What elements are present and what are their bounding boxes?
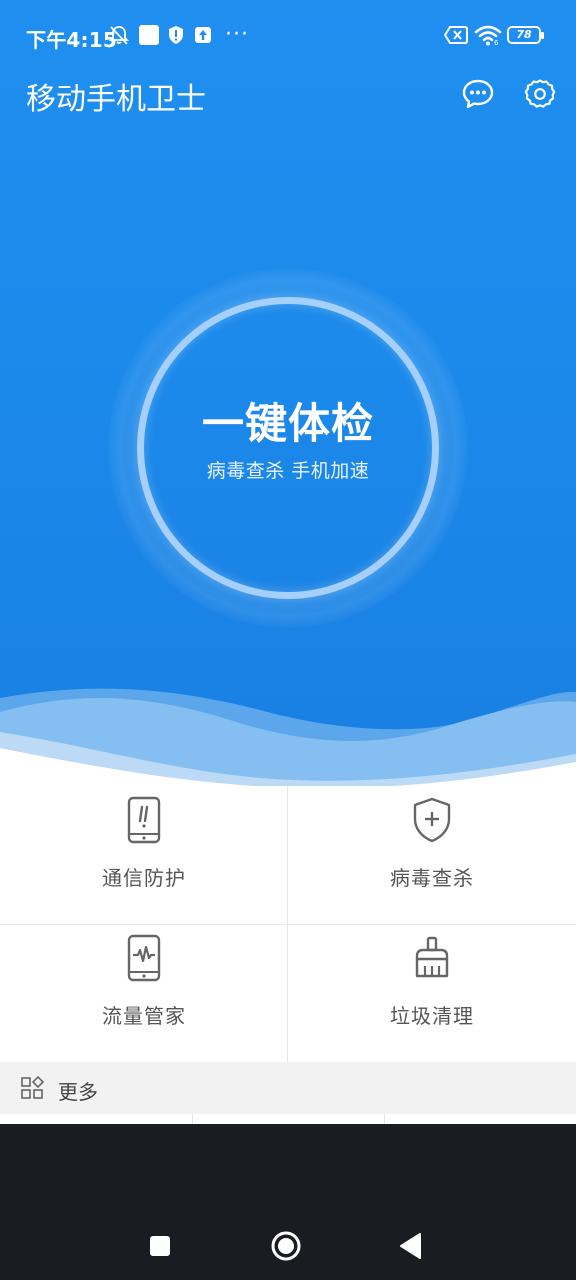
feature-data-manager[interactable]: 流量管家	[0, 924, 288, 1062]
upload-icon	[193, 24, 213, 46]
message-bubble-icon	[462, 79, 494, 109]
feature-grid: 通信防护 病毒查杀 流量管家 垃圾清理	[0, 786, 576, 1062]
more-items-row	[0, 1114, 576, 1124]
home-circle-icon	[271, 1231, 301, 1261]
more-section[interactable]: 更多	[0, 1062, 576, 1114]
back-triangle-icon	[400, 1233, 421, 1259]
more-notifications-icon: ···	[225, 22, 249, 47]
broom-icon	[408, 934, 456, 982]
gear-icon	[524, 79, 556, 108]
notification-square-icon	[139, 24, 159, 46]
back-button[interactable]	[389, 1224, 433, 1268]
feature-comm-protection[interactable]: 通信防护	[0, 786, 288, 924]
status-bar: 下午4:15 ··· 6 78	[0, 0, 576, 72]
bell-off-icon	[106, 24, 132, 46]
message-button[interactable]	[460, 76, 496, 112]
wifi-icon: 6	[474, 24, 502, 46]
feature-label: 通信防护	[102, 866, 186, 890]
app-title: 移动手机卫士	[26, 82, 206, 117]
feature-label: 流量管家	[102, 1004, 186, 1028]
more-label: 更多	[58, 1080, 98, 1104]
strip-divider	[192, 1114, 193, 1124]
hero-panel: 下午4:15 ··· 6 78 移动手机卫士 一键体检 病毒查杀 手机加速	[0, 0, 576, 790]
recent-apps-button[interactable]	[138, 1224, 182, 1268]
settings-button[interactable]	[522, 76, 558, 112]
status-time: 下午4:15	[26, 28, 117, 52]
shield-plus-icon	[408, 796, 456, 844]
app-screen: 下午4:15 ··· 6 78 移动手机卫士 一键体检 病毒查杀 手机加速 通信…	[0, 0, 576, 1124]
strip-divider	[384, 1114, 385, 1124]
square-icon	[150, 1236, 170, 1256]
home-button[interactable]	[264, 1224, 308, 1268]
feature-label: 病毒查杀	[390, 866, 474, 890]
phone-pulse-icon	[120, 934, 168, 982]
check-title: 一键体检	[201, 399, 374, 448]
feature-virus-scan[interactable]: 病毒查杀	[288, 786, 576, 924]
phone-alert-icon	[120, 796, 168, 844]
shield-alert-icon	[166, 24, 186, 46]
one-key-check-button[interactable]: 一键体检 病毒查杀 手机加速	[137, 297, 439, 599]
sim-off-icon	[444, 24, 468, 46]
check-subtitle: 病毒查杀 手机加速	[206, 460, 370, 482]
svg-text:6: 6	[494, 39, 499, 46]
battery-indicator: 78	[507, 26, 544, 44]
wave-decoration	[0, 688, 576, 800]
feature-junk-cleanup[interactable]: 垃圾清理	[288, 924, 576, 1062]
feature-label: 垃圾清理	[390, 1004, 474, 1028]
apps-grid-icon	[21, 1076, 44, 1099]
